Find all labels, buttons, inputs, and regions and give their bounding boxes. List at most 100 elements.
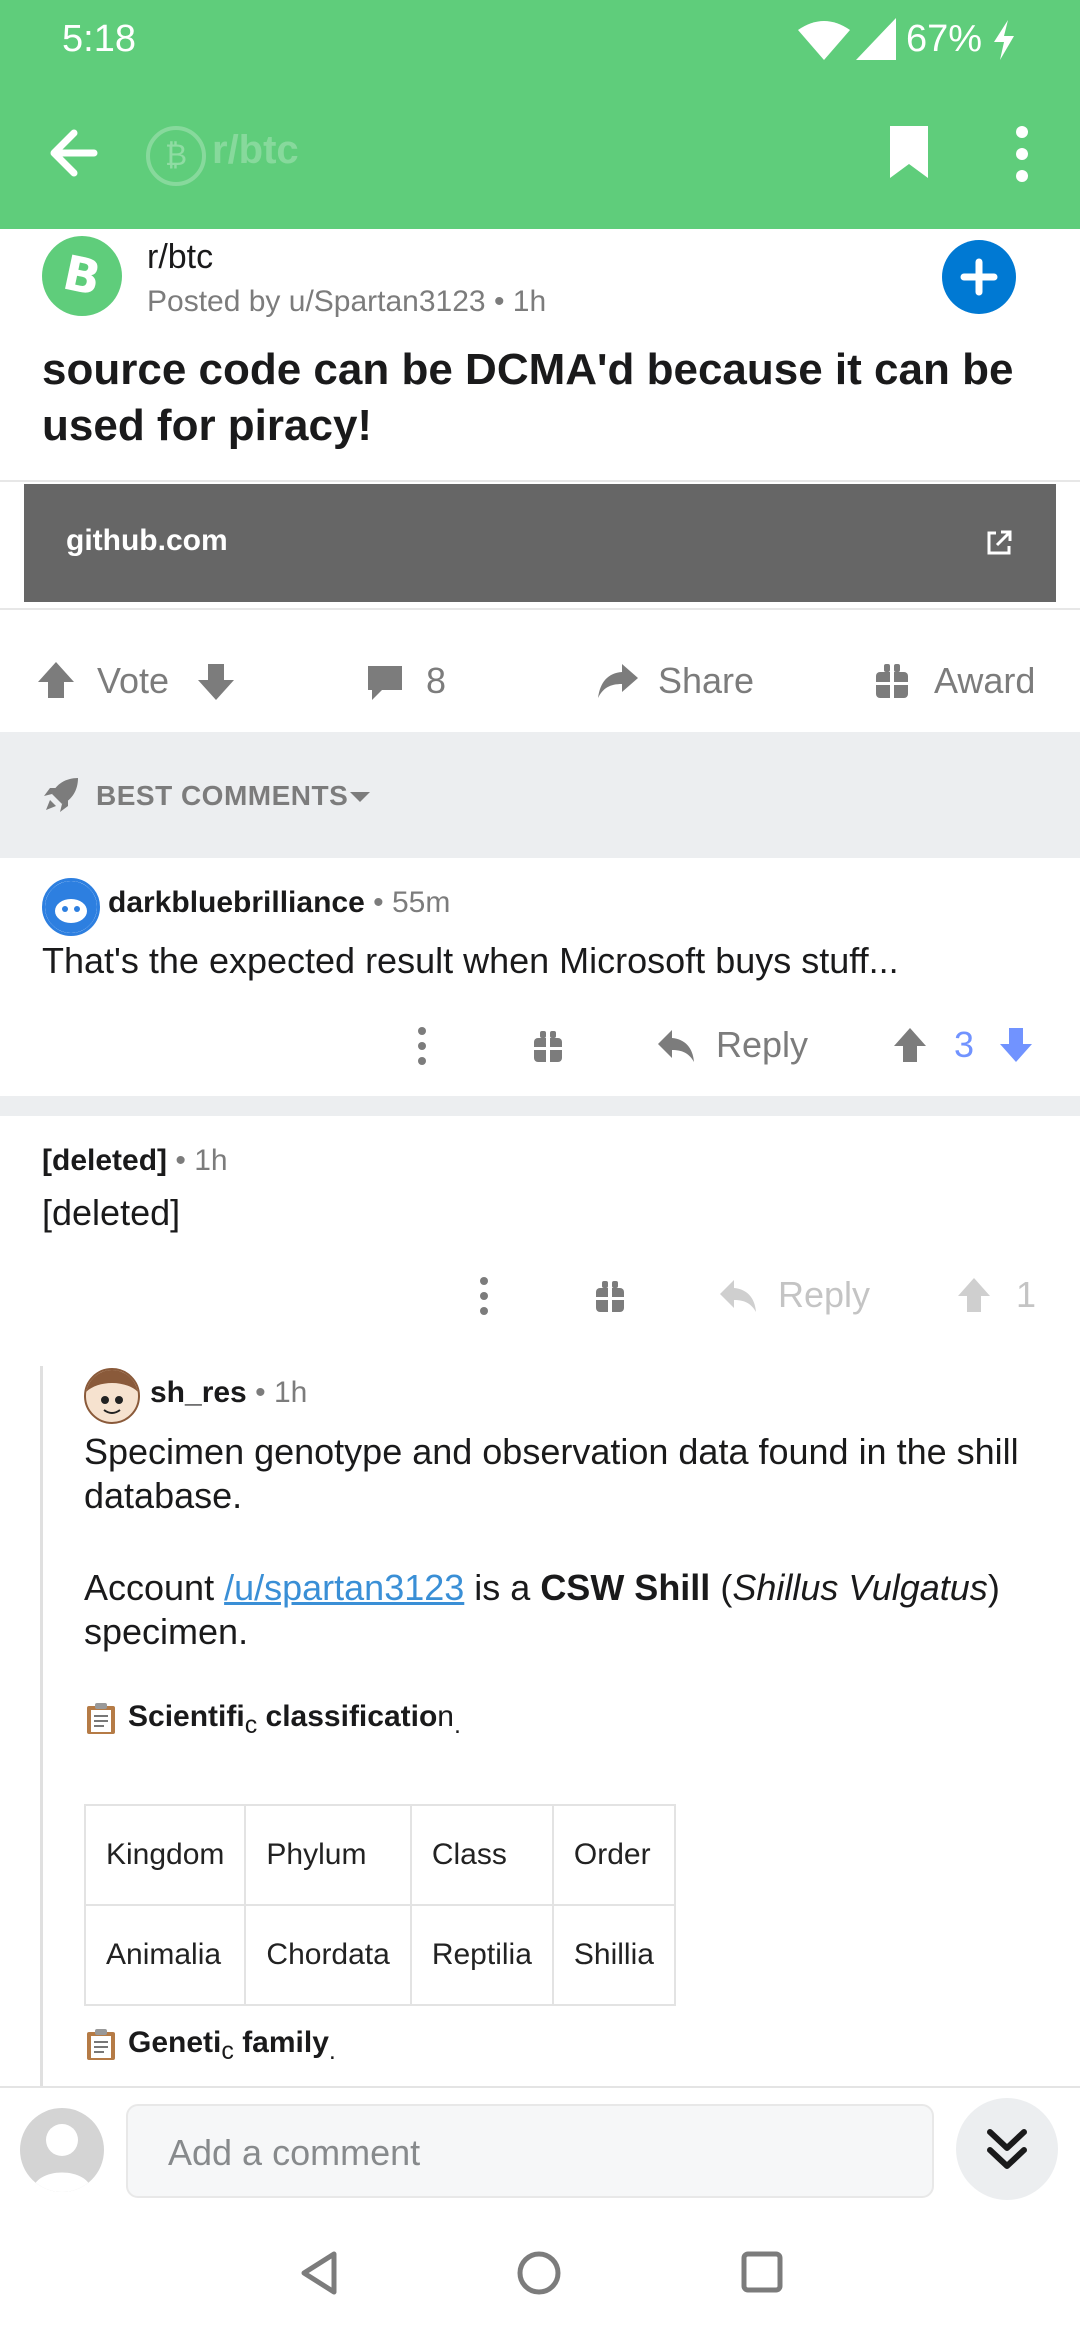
comment-1-actions: Reply 3 (0, 1010, 1080, 1080)
more-vert-icon[interactable] (414, 1026, 430, 1066)
comment-input[interactable]: Add a comment (126, 2104, 934, 2198)
comment-author: [deleted] (42, 1144, 168, 1177)
comment-2-actions: Reply 1 (0, 1262, 1080, 1332)
comment-sort-band[interactable]: BEST COMMENTS (0, 732, 1080, 858)
award-icon[interactable] (532, 1028, 564, 1064)
comment-2-meta: [deleted] • 1h (42, 1144, 228, 1178)
plus-icon (960, 258, 998, 296)
classification-text-e: . (453, 1711, 461, 1739)
user-link[interactable]: /u/spartan3123 (224, 1567, 464, 1608)
svg-text:B: B (58, 245, 105, 307)
app-bar: ₿ r/btc (0, 80, 1080, 229)
comment-author[interactable]: darkbluebrilliance (108, 886, 365, 919)
post-action-bar: Vote 8 Share Award (0, 640, 1080, 720)
reply-icon[interactable] (656, 1028, 696, 1064)
avatar[interactable] (84, 1368, 140, 1424)
avatar[interactable] (42, 878, 100, 936)
downvote-icon[interactable] (196, 662, 236, 702)
subreddit-avatar[interactable]: B (42, 236, 122, 316)
comment-composer: Add a comment (0, 2086, 1080, 2206)
account-mid: is a (464, 1567, 541, 1608)
nav-recents-icon[interactable] (740, 2250, 784, 2294)
snoo-avatar-icon (86, 1370, 138, 1414)
post-subreddit[interactable]: r/btc (147, 238, 213, 277)
account-suffix: specimen. (84, 1611, 249, 1652)
award-label[interactable]: Award (934, 660, 1035, 702)
table-cell: Chordata (244, 1904, 412, 2006)
genetic-text-d: . (328, 2037, 336, 2065)
reply-label[interactable]: Reply (716, 1024, 808, 1066)
post-title: source code can be DCMA'd because it can… (42, 345, 1014, 450)
status-bar: 5:18 67% (0, 0, 1080, 80)
clipboard-icon (87, 1703, 115, 1735)
external-link-icon (987, 530, 1012, 555)
comment-age: 1h (194, 1144, 228, 1177)
genetic-text-a: Geneti (128, 2026, 222, 2059)
award-icon[interactable] (594, 1278, 626, 1314)
table-cell: Order (551, 1804, 676, 1906)
arrow-left-icon[interactable] (44, 123, 104, 183)
comment-count[interactable]: 8 (426, 660, 446, 702)
table-cell: Shillia (551, 1904, 676, 2006)
comment-1-meta: darkbluebrilliance • 55m (108, 886, 450, 920)
classification-table: Kingdom Phylum Class Order Animalia Chor… (83, 1804, 676, 2006)
table-header-row: Kingdom Phylum Class Order (83, 1804, 676, 1906)
link-domain: github.com (66, 524, 228, 557)
comment-score: 3 (954, 1024, 975, 1065)
nested-text-1: Specimen genotype and observation data f… (84, 1431, 1019, 1516)
table-cell: Class (409, 1804, 554, 1906)
battery-percent: 67% (906, 18, 983, 60)
table-cell: Kingdom (83, 1804, 247, 1906)
post-meta: Posted by u/Spartan3123 • 1h (147, 285, 546, 319)
thread-line (40, 1366, 43, 2086)
snoo-avatar-icon (45, 881, 97, 933)
comment-age: 55m (391, 886, 451, 919)
account-bold: CSW Shill (540, 1567, 711, 1608)
share-icon[interactable] (596, 660, 640, 700)
share-label[interactable]: Share (658, 660, 754, 702)
chevron-down-icon (350, 792, 370, 802)
vote-label: Vote (97, 660, 170, 701)
comment-author[interactable]: sh_res (150, 1376, 247, 1409)
comment-score: 1 (1016, 1274, 1037, 1315)
comment-placeholder: Add a comment (168, 2132, 421, 2173)
comment-body: That's the expected result when Microsof… (42, 940, 899, 981)
post-author[interactable]: Posted by u/Spartan3123 (147, 285, 486, 318)
meta-dot: • (255, 1376, 274, 1409)
link-preview[interactable]: github.com (24, 484, 1056, 602)
nav-home-icon[interactable] (516, 2250, 562, 2296)
table-cell: Phylum (244, 1804, 412, 1906)
charging-icon (994, 20, 1014, 60)
upvote-icon[interactable] (892, 1026, 928, 1064)
join-button[interactable] (942, 240, 1016, 314)
downvote-icon[interactable] (998, 1026, 1034, 1064)
user-avatar[interactable] (20, 2108, 104, 2192)
reply-icon (720, 1280, 756, 1312)
nav-back-icon[interactable] (298, 2250, 340, 2296)
table-cell: Reptilia (409, 1904, 554, 2006)
status-time: 5:18 (62, 18, 136, 60)
account-paren-open: ( (710, 1567, 733, 1608)
signal-icon (856, 18, 896, 60)
comment-age: 1h (273, 1376, 308, 1409)
genetic-text-c: family (233, 2026, 329, 2059)
nested-text-2: Account /u/spartan3123 is a CSW Shill (S… (84, 1566, 1054, 1654)
clipboard-icon (87, 2029, 115, 2061)
more-vert-icon[interactable] (1012, 124, 1032, 184)
meta-dot: • (373, 886, 392, 919)
bookmark-icon[interactable] (886, 122, 932, 182)
wifi-icon (798, 21, 850, 60)
genetic-family-heading: Genetic family. (84, 2026, 336, 2066)
collapse-button[interactable] (956, 2098, 1058, 2200)
account-paren-close: ) (987, 1567, 1000, 1608)
comment-icon[interactable] (364, 662, 406, 702)
system-nav-bar (0, 2210, 1080, 2340)
classification-text-b: c (244, 1711, 258, 1739)
upvote-icon[interactable] (36, 660, 76, 700)
bitcoin-icon: B (58, 245, 105, 307)
award-icon[interactable] (874, 660, 910, 700)
table-cell: Animalia (83, 1904, 247, 2006)
account-prefix: Account (84, 1567, 225, 1608)
more-vert-icon[interactable] (476, 1276, 492, 1316)
comment-divider (0, 1096, 1080, 1116)
